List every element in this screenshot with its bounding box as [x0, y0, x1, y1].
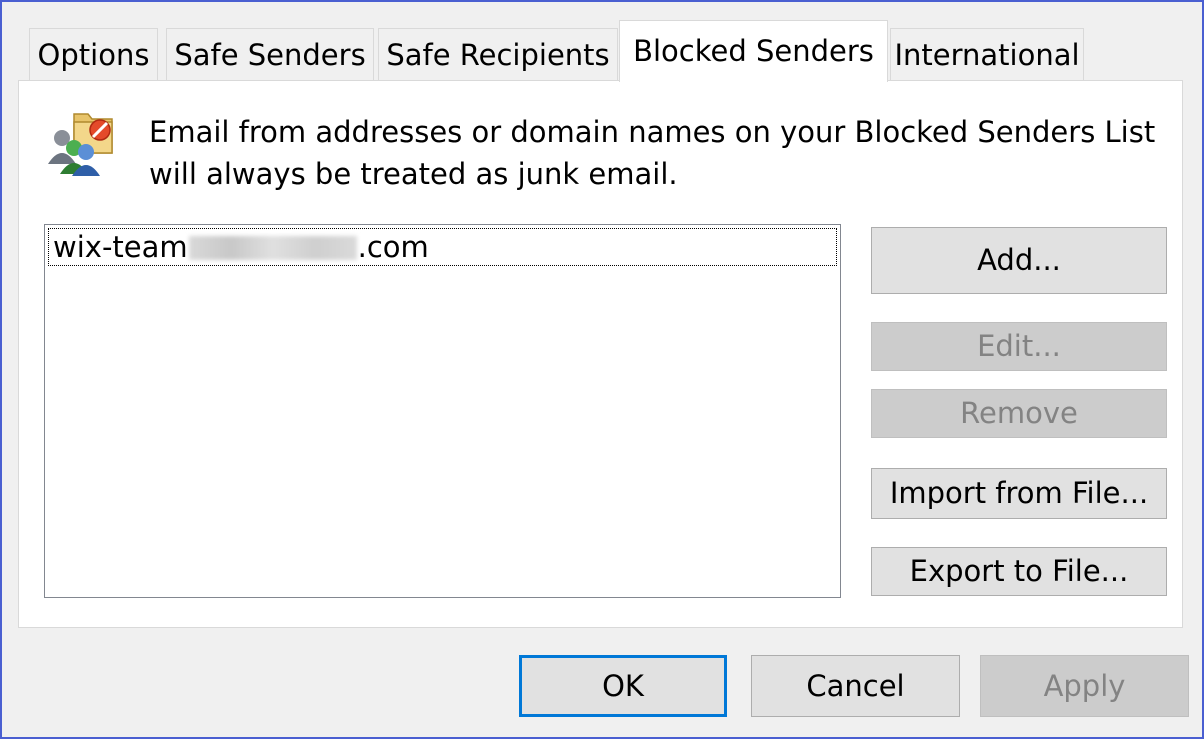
- remove-button[interactable]: Remove: [871, 389, 1167, 438]
- redacted-text: [188, 236, 357, 260]
- tab-international[interactable]: International: [890, 28, 1084, 80]
- blocked-senders-icon: [48, 113, 113, 176]
- edit-button[interactable]: Edit...: [871, 322, 1167, 371]
- add-button[interactable]: Add...: [871, 227, 1167, 294]
- tab-options[interactable]: Options: [29, 28, 158, 80]
- description-text: Email from addresses or domain names on …: [149, 115, 1156, 191]
- tab-safe-senders[interactable]: Safe Senders: [166, 28, 374, 80]
- tab-blocked-senders[interactable]: Blocked Senders: [619, 20, 888, 82]
- cancel-button[interactable]: Cancel: [751, 655, 960, 717]
- list-item[interactable]: wix-team .com: [48, 228, 837, 266]
- blocked-senders-list[interactable]: wix-team .com: [44, 224, 841, 598]
- blocked-senders-panel: Email from addresses or domain names on …: [18, 80, 1183, 628]
- ok-button[interactable]: OK: [519, 655, 727, 717]
- import-from-file-button[interactable]: Import from File...: [871, 468, 1167, 519]
- apply-button[interactable]: Apply: [980, 655, 1189, 717]
- export-to-file-button[interactable]: Export to File...: [871, 547, 1167, 596]
- tab-safe-recipients[interactable]: Safe Recipients: [378, 28, 618, 80]
